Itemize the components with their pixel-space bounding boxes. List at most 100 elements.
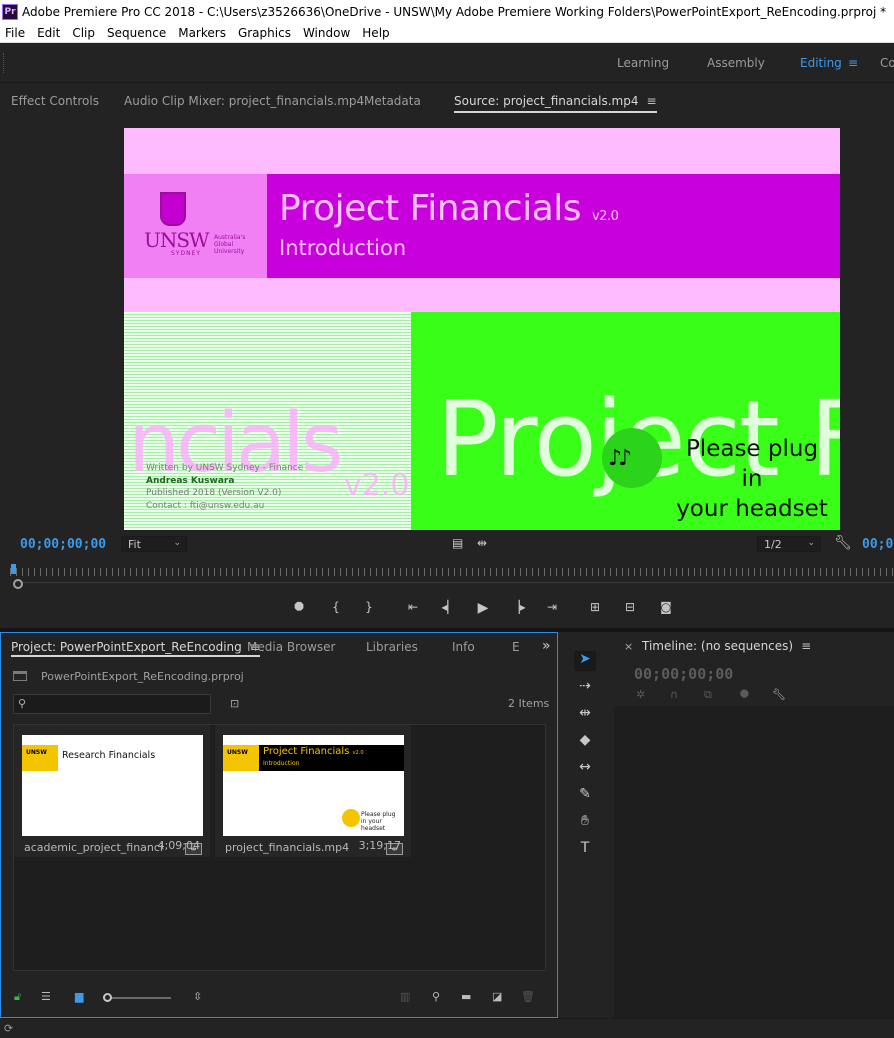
clip-item[interactable]: UNSW Project Financials v2.0 Introductio… [215, 725, 411, 857]
scrollbar-handle[interactable] [13, 579, 23, 589]
status-bar: ⟳ [0, 1018, 894, 1038]
clip-thumbnail[interactable]: UNSW Research Financials [22, 735, 203, 836]
source-panel-menu-icon[interactable]: ≡ [646, 94, 656, 108]
source-video-frame[interactable]: UNSW SYDNEY Australia's Global Universit… [124, 128, 840, 530]
lock-icon[interactable]: 🔓︎ [14, 990, 21, 1004]
credits-block: Written by UNSW Sydney - Finance Andreas… [146, 462, 303, 512]
insert-icon[interactable]: ⊞ [586, 600, 604, 614]
tab-libraries[interactable]: Libraries [366, 640, 418, 654]
credits-line-4: Contact : fti@unsw.edu.au [146, 500, 265, 511]
workspace-color[interactable]: Co [880, 56, 894, 70]
menu-graphics[interactable]: Graphics [233, 26, 298, 40]
video-subtitle: Introduction [279, 236, 407, 260]
panel-overflow-icon[interactable]: » [542, 638, 551, 654]
track-select-tool-icon[interactable]: ⇢ [574, 678, 596, 698]
hand-tool-icon[interactable]: ✋︎ [574, 813, 596, 833]
close-icon[interactable]: × [624, 640, 633, 653]
add-marker-icon[interactable]: ⯃ [290, 600, 308, 615]
thumb-plug-text: Please plug in your headset [361, 811, 396, 832]
menu-help[interactable]: Help [357, 26, 396, 40]
clip-name[interactable]: academic_project_financia... [24, 841, 164, 854]
slider-knob[interactable] [103, 993, 112, 1002]
step-forward-icon[interactable]: ▕▸ [509, 600, 527, 614]
source-duration-timecode: 00;03 [862, 537, 894, 552]
pen-tool-icon[interactable]: ✎ [574, 786, 596, 806]
play-icon[interactable]: ▶ [474, 600, 492, 616]
slip-tool-icon[interactable]: ↔ [574, 759, 596, 779]
menu-clip[interactable]: Clip [67, 26, 102, 40]
tab-metadata[interactable]: Metadata [364, 94, 421, 108]
menu-markers[interactable]: Markers [173, 26, 233, 40]
selection-tool-icon[interactable]: ➤ [574, 651, 596, 671]
panel-grip[interactable] [3, 53, 7, 73]
type-tool-icon[interactable]: T [574, 840, 596, 860]
clip-item[interactable]: UNSW Research Financials ⇹ academic_proj… [14, 725, 210, 857]
playhead[interactable] [11, 564, 16, 574]
clip-name[interactable]: project_financials.mp4 [225, 841, 365, 854]
new-item-icon[interactable]: ◪ [492, 990, 502, 1003]
new-bin-icon[interactable]: ▬ [461, 990, 471, 1003]
tab-timeline[interactable]: Timeline: (no sequences) ≡ [642, 639, 811, 653]
step-back-icon[interactable]: ◂▏ [440, 600, 458, 614]
source-timecode[interactable]: 00;00;00;00 [20, 537, 106, 552]
sync-icon[interactable]: ⟳ [4, 1022, 13, 1035]
clip-thumbnail[interactable]: UNSW Project Financials v2.0 Introductio… [223, 735, 404, 836]
workspace-assembly[interactable]: Assembly [707, 56, 765, 70]
list-view-icon[interactable]: ☰ [41, 990, 51, 1003]
tab-info[interactable]: Info [452, 640, 475, 654]
add-marker-icon[interactable]: ⯃ [740, 688, 749, 702]
wrench-icon[interactable]: 🔧︎ [772, 688, 786, 701]
tab-source[interactable]: Source: project_financials.mp4 ≡ [454, 94, 657, 113]
linked-selection-icon[interactable]: ⧉ [704, 688, 712, 702]
clip-duration: 3;19;17 [358, 839, 401, 852]
workspace-learning[interactable]: Learning [617, 56, 669, 70]
time-ruler[interactable] [0, 564, 894, 584]
export-frame-icon[interactable]: ◙ [657, 600, 675, 614]
tab-project[interactable]: Project: PowerPointExport_ReEncoding ≡ [11, 640, 260, 657]
thumbnail-zoom-slider[interactable] [103, 993, 171, 1002]
automate-to-sequence-icon[interactable]: ▥ [400, 990, 410, 1003]
zoom-dropdown[interactable]: Fit ⌄ [121, 536, 187, 552]
ripple-edit-tool-icon[interactable]: ⇹ [574, 705, 596, 725]
icon-view-icon[interactable]: ▆ [75, 990, 83, 1003]
search-input[interactable] [34, 697, 204, 711]
timeline-menu-icon[interactable]: ≡ [801, 639, 811, 653]
wrench-icon[interactable]: 🔧︎ [834, 535, 852, 551]
resolution-dropdown[interactable]: 1/2 ⌄ [757, 536, 821, 552]
timeline-body[interactable] [614, 706, 894, 1018]
nest-icon[interactable]: ✲ [636, 688, 645, 701]
workspace-menu-icon[interactable]: ≡ [848, 56, 858, 70]
trash-icon[interactable]: 🗑︎ [521, 990, 535, 1003]
new-search-bin-icon[interactable]: ⊡ [230, 697, 239, 710]
menu-edit[interactable]: Edit [32, 26, 67, 40]
tab-effects[interactable]: E [512, 640, 520, 654]
thumb-headset-icon [342, 809, 360, 827]
go-to-out-icon[interactable]: ⇥ [543, 600, 561, 614]
plug-in-headset-text: Please plug in your headset [672, 434, 832, 524]
timeline-timecode[interactable]: 00;00;00;00 [634, 665, 733, 683]
mark-out-icon[interactable]: } [360, 600, 378, 614]
menu-window[interactable]: Window [298, 26, 357, 40]
find-icon[interactable]: ⚲ [432, 990, 440, 1003]
tab-audio-clip-mixer[interactable]: Audio Clip Mixer: project_financials.mp4 [124, 94, 364, 108]
tab-media-browser[interactable]: Media Browser [247, 640, 335, 654]
menu-file[interactable]: File [0, 26, 32, 40]
snap-icon[interactable]: ∩ [670, 688, 678, 701]
workspace-editing[interactable]: Editing [800, 56, 842, 70]
project-panel: Project: PowerPointExport_ReEncoding ≡ Me… [0, 632, 558, 1018]
source-monitor-panel: Effect Controls Audio Clip Mixer: projec… [0, 84, 894, 628]
title-bar: Pr Adobe Premiere Pro CC 2018 - C:\Users… [0, 0, 894, 23]
overwrite-icon[interactable]: ⊟ [621, 600, 639, 614]
go-to-in-icon[interactable]: ⇤ [404, 600, 422, 614]
project-search[interactable]: ⚲ [13, 694, 211, 714]
drag-video-audio-icon[interactable]: ⇹ [477, 536, 487, 550]
zoom-scrollbar[interactable] [13, 579, 894, 589]
razor-tool-icon[interactable]: ◆ [574, 732, 596, 752]
tab-source-label: Source: project_financials.mp4 [454, 94, 639, 108]
safe-margins-icon[interactable]: ▤ [452, 536, 463, 550]
search-icon: ⚲ [18, 697, 27, 710]
tab-effect-controls[interactable]: Effect Controls [11, 94, 99, 108]
menu-sequence[interactable]: Sequence [102, 26, 173, 40]
sort-icon[interactable]: ⇳ [193, 990, 202, 1003]
mark-in-icon[interactable]: { [327, 600, 345, 614]
